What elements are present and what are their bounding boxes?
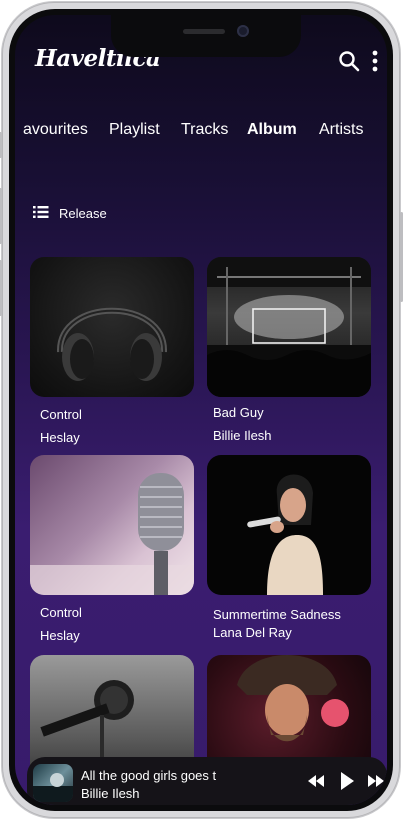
tab-album[interactable]: Album xyxy=(247,121,297,139)
speaker-grille xyxy=(183,29,225,34)
album-artist: Lana Del Ray xyxy=(213,625,292,640)
now-playing-title: All the good girls goes t xyxy=(81,768,217,783)
album-cover xyxy=(207,455,371,595)
sort-selector[interactable]: Release xyxy=(33,205,107,222)
volume-up-button xyxy=(0,188,2,244)
search-icon[interactable] xyxy=(337,49,361,73)
app-screen: Haveltiica avourites Playlist Tracks Alb… xyxy=(15,15,387,805)
play-icon[interactable] xyxy=(339,771,355,795)
previous-icon[interactable] xyxy=(307,773,325,793)
album-artist: Heslay xyxy=(40,628,80,643)
phone-bezel: Haveltiica avourites Playlist Tracks Alb… xyxy=(9,9,393,811)
front-camera xyxy=(237,25,249,37)
now-playing-cover xyxy=(33,764,73,802)
album-title: Summertime Sadness xyxy=(213,607,341,622)
next-icon[interactable] xyxy=(367,773,385,793)
mini-player[interactable]: All the good girls goes t Billie Ilesh xyxy=(27,757,387,805)
album-artist: Billie Ilesh xyxy=(213,428,272,443)
power-button xyxy=(400,212,403,302)
album-title: Bad Guy xyxy=(213,405,264,420)
album-card[interactable]: Control Heslay xyxy=(30,455,194,643)
category-tabs: avourites Playlist Tracks Album Artists xyxy=(15,117,387,147)
tab-favourites[interactable]: avourites xyxy=(23,121,88,139)
more-vertical-icon[interactable] xyxy=(367,49,383,73)
album-cover xyxy=(30,257,194,397)
mute-switch xyxy=(0,132,2,158)
tab-tracks[interactable]: Tracks xyxy=(181,121,228,139)
phone-frame: Haveltiica avourites Playlist Tracks Alb… xyxy=(0,2,403,818)
tab-playlist[interactable]: Playlist xyxy=(109,121,160,139)
album-title: Control xyxy=(40,605,82,620)
album-artist: Heslay xyxy=(40,430,80,445)
album-card[interactable]: Control Heslay xyxy=(30,257,194,445)
album-cover xyxy=(30,455,194,595)
sort-label: Release xyxy=(59,206,107,221)
album-card[interactable]: Summertime Sadness Lana Del Ray xyxy=(207,455,371,640)
album-title: Control xyxy=(40,407,82,422)
album-cover xyxy=(207,257,371,397)
notch xyxy=(111,15,301,57)
tab-artists[interactable]: Artists xyxy=(319,121,363,139)
now-playing-artist: Billie Ilesh xyxy=(81,786,140,801)
list-icon xyxy=(33,205,49,222)
album-card[interactable]: Bad Guy Billie Ilesh xyxy=(207,257,371,443)
volume-down-button xyxy=(0,260,2,316)
